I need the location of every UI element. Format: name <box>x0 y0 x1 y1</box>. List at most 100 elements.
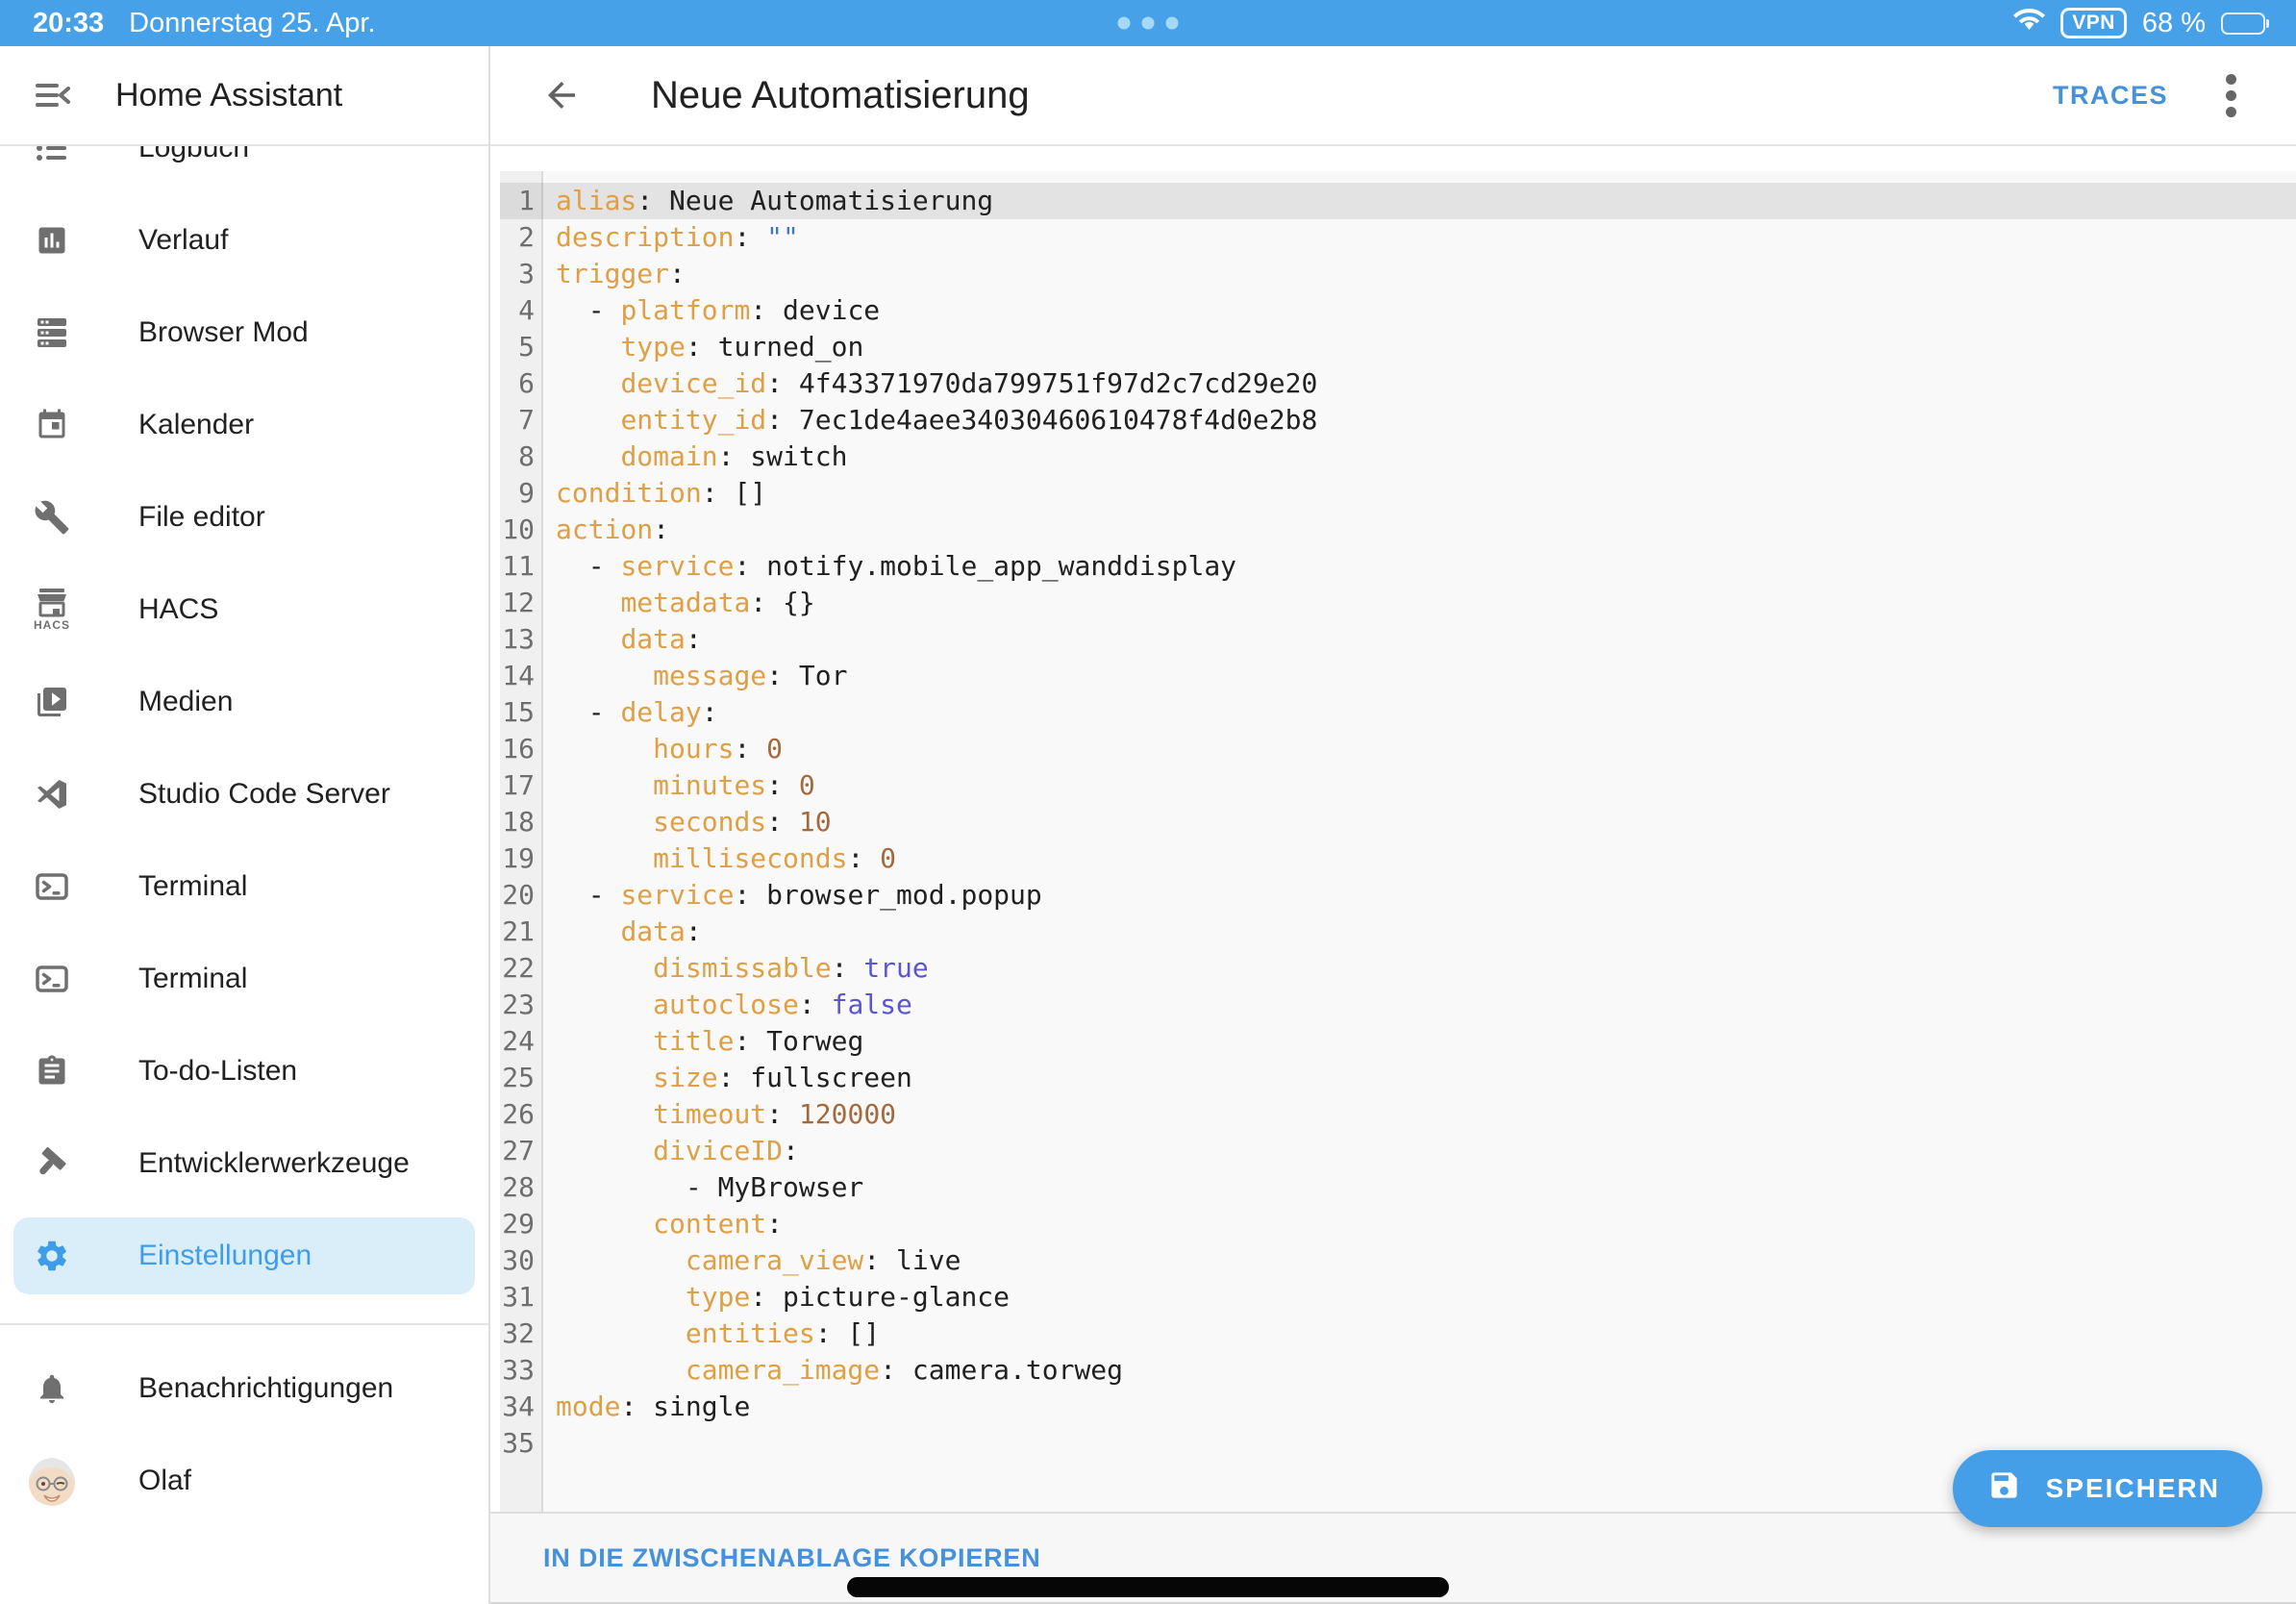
sidebar-item-entwicklerwerkzeuge[interactable]: Entwicklerwerkzeuge <box>0 1117 488 1210</box>
sidebar-item-studio-code-server[interactable]: Studio Code Server <box>0 748 488 840</box>
sidebar-item-todo-listen[interactable]: To-do-Listen <box>0 1025 488 1117</box>
code-text: entity_id: 7ec1de4aee34030460610478f4d0e… <box>543 402 1317 439</box>
code-line-16[interactable]: 16 hours: 0 <box>500 731 2296 767</box>
code-text: camera_view: live <box>543 1242 961 1279</box>
code-line-30[interactable]: 30 camera_view: live <box>500 1242 2296 1279</box>
sidebar-item-label: Logbuch <box>138 146 249 164</box>
code-line-10[interactable]: 10action: <box>500 512 2296 548</box>
code-line-25[interactable]: 25 size: fullscreen <box>500 1060 2296 1096</box>
bell-icon <box>35 1371 69 1406</box>
kebab-menu-icon[interactable] <box>2222 70 2240 121</box>
sidebar-menu: Logbuch Verlauf <box>0 146 488 1604</box>
code-text: minutes: 0 <box>543 767 815 804</box>
page-header: Neue Automatisierung TRACES <box>490 46 2296 146</box>
code-line-14[interactable]: 14 message: Tor <box>500 658 2296 694</box>
sidebar-toggle-icon[interactable] <box>35 79 69 112</box>
code-line-34[interactable]: 34mode: single <box>500 1389 2296 1425</box>
vpn-badge: VPN <box>2060 8 2127 38</box>
code-line-21[interactable]: 21 data: <box>500 914 2296 950</box>
code-line-8[interactable]: 8 domain: switch <box>500 439 2296 475</box>
line-number: 14 <box>500 658 543 694</box>
code-line-32[interactable]: 32 entities: [] <box>500 1316 2296 1352</box>
sidebar-item-profile-olaf[interactable]: Olaf <box>0 1435 488 1527</box>
line-number: 26 <box>500 1096 543 1133</box>
code-line-20[interactable]: 20 - service: browser_mod.popup <box>500 877 2296 914</box>
code-line-19[interactable]: 19 milliseconds: 0 <box>500 840 2296 877</box>
sidebar-item-logbuch[interactable]: Logbuch <box>0 146 488 194</box>
sidebar-item-terminal-1[interactable]: Terminal <box>0 840 488 933</box>
code-text: device_id: 4f43371970da799751f97d2c7cd29… <box>543 365 1317 402</box>
code-line-23[interactable]: 23 autoclose: false <box>500 987 2296 1023</box>
line-number: 27 <box>500 1133 543 1169</box>
traces-button[interactable]: TRACES <box>2053 81 2168 111</box>
code-line-31[interactable]: 31 type: picture-glance <box>500 1279 2296 1316</box>
status-bar: 20:33 Donnerstag 25. Apr. VPN 68 % <box>0 0 2296 46</box>
code-line-26[interactable]: 26 timeout: 120000 <box>500 1096 2296 1133</box>
code-text: timeout: 120000 <box>543 1096 896 1133</box>
line-number: 5 <box>500 329 543 365</box>
line-number: 15 <box>500 694 543 731</box>
sidebar-item-label: Terminal <box>138 963 247 995</box>
code-line-2[interactable]: 2description: "" <box>500 219 2296 256</box>
code-line-17[interactable]: 17 minutes: 0 <box>500 767 2296 804</box>
home-indicator[interactable] <box>847 1577 1449 1597</box>
sidebar-item-browser-mod[interactable]: Browser Mod <box>0 287 488 379</box>
copy-to-clipboard-button[interactable]: IN DIE ZWISCHENABLAGE KOPIEREN <box>543 1543 1041 1573</box>
code-line-7[interactable]: 7 entity_id: 7ec1de4aee34030460610478f4d… <box>500 402 2296 439</box>
code-text: - platform: device <box>543 292 880 329</box>
sidebar-item-hacs[interactable]: HACS HACS <box>0 564 488 656</box>
sidebar-header: Home Assistant <box>0 46 488 146</box>
main-panel: Neue Automatisierung TRACES 1alias: Neue… <box>490 46 2296 1604</box>
code-line-4[interactable]: 4 - platform: device <box>500 292 2296 329</box>
code-line-18[interactable]: 18 seconds: 10 <box>500 804 2296 840</box>
save-button[interactable]: SPEICHERN <box>1953 1450 2262 1527</box>
back-arrow-icon[interactable] <box>541 75 582 115</box>
sidebar-item-kalender[interactable]: Kalender <box>0 379 488 471</box>
sidebar-item-terminal-2[interactable]: Terminal <box>0 933 488 1025</box>
hacs-store-icon: HACS <box>35 589 69 632</box>
sidebar-item-benachrichtigungen[interactable]: Benachrichtigungen <box>0 1342 488 1435</box>
terminal-icon <box>35 962 69 996</box>
code-text: - delay: <box>543 694 718 731</box>
code-line-6[interactable]: 6 device_id: 4f43371970da799751f97d2c7cd… <box>500 365 2296 402</box>
multitasking-dots-icon <box>1118 17 1179 30</box>
vscode-icon <box>35 777 69 812</box>
code-line-15[interactable]: 15 - delay: <box>500 694 2296 731</box>
line-number: 3 <box>500 256 543 292</box>
code-text: camera_image: camera.torweg <box>543 1352 1123 1389</box>
code-line-5[interactable]: 5 type: turned_on <box>500 329 2296 365</box>
code-line-1[interactable]: 1alias: Neue Automatisierung <box>500 183 2296 219</box>
code-line-11[interactable]: 11 - service: notify.mobile_app_wanddisp… <box>500 548 2296 585</box>
status-date: Donnerstag 25. Apr. <box>129 8 375 39</box>
code-line-9[interactable]: 9condition: [] <box>500 475 2296 512</box>
code-line-29[interactable]: 29 content: <box>500 1206 2296 1242</box>
sidebar-item-label: Studio Code Server <box>138 778 390 811</box>
sidebar-item-label: To-do-Listen <box>138 1055 297 1088</box>
code-text: metadata: {} <box>543 585 815 621</box>
code-line-22[interactable]: 22 dismissable: true <box>500 950 2296 987</box>
code-line-27[interactable]: 27 diviceID: <box>500 1133 2296 1169</box>
code-text: diviceID: <box>543 1133 799 1169</box>
media-library-icon <box>35 685 69 719</box>
code-text: alias: Neue Automatisierung <box>543 183 993 219</box>
sidebar-item-einstellungen[interactable]: Einstellungen <box>13 1217 475 1294</box>
code-line-33[interactable]: 33 camera_image: camera.torweg <box>500 1352 2296 1389</box>
app-title: Home Assistant <box>115 77 342 114</box>
code-line-28[interactable]: 28 - MyBrowser <box>500 1169 2296 1206</box>
code-line-24[interactable]: 24 title: Torweg <box>500 1023 2296 1060</box>
line-number: 6 <box>500 365 543 402</box>
yaml-editor[interactable]: 1alias: Neue Automatisierung2description… <box>500 171 2296 1512</box>
code-line-3[interactable]: 3trigger: <box>500 256 2296 292</box>
sidebar-item-verlauf[interactable]: Verlauf <box>0 194 488 287</box>
sidebar-item-file-editor[interactable]: File editor <box>0 471 488 564</box>
wifi-icon <box>2013 7 2045 39</box>
battery-percent: 68 % <box>2142 8 2206 39</box>
code-text: title: Torweg <box>543 1023 863 1060</box>
code-text: size: fullscreen <box>543 1060 912 1096</box>
hacs-icon-label: HACS <box>34 618 70 632</box>
code-line-12[interactable]: 12 metadata: {} <box>500 585 2296 621</box>
code-line-13[interactable]: 13 data: <box>500 621 2296 658</box>
line-number: 25 <box>500 1060 543 1096</box>
sidebar-item-label: Browser Mod <box>138 316 309 349</box>
sidebar-item-medien[interactable]: Medien <box>0 656 488 748</box>
